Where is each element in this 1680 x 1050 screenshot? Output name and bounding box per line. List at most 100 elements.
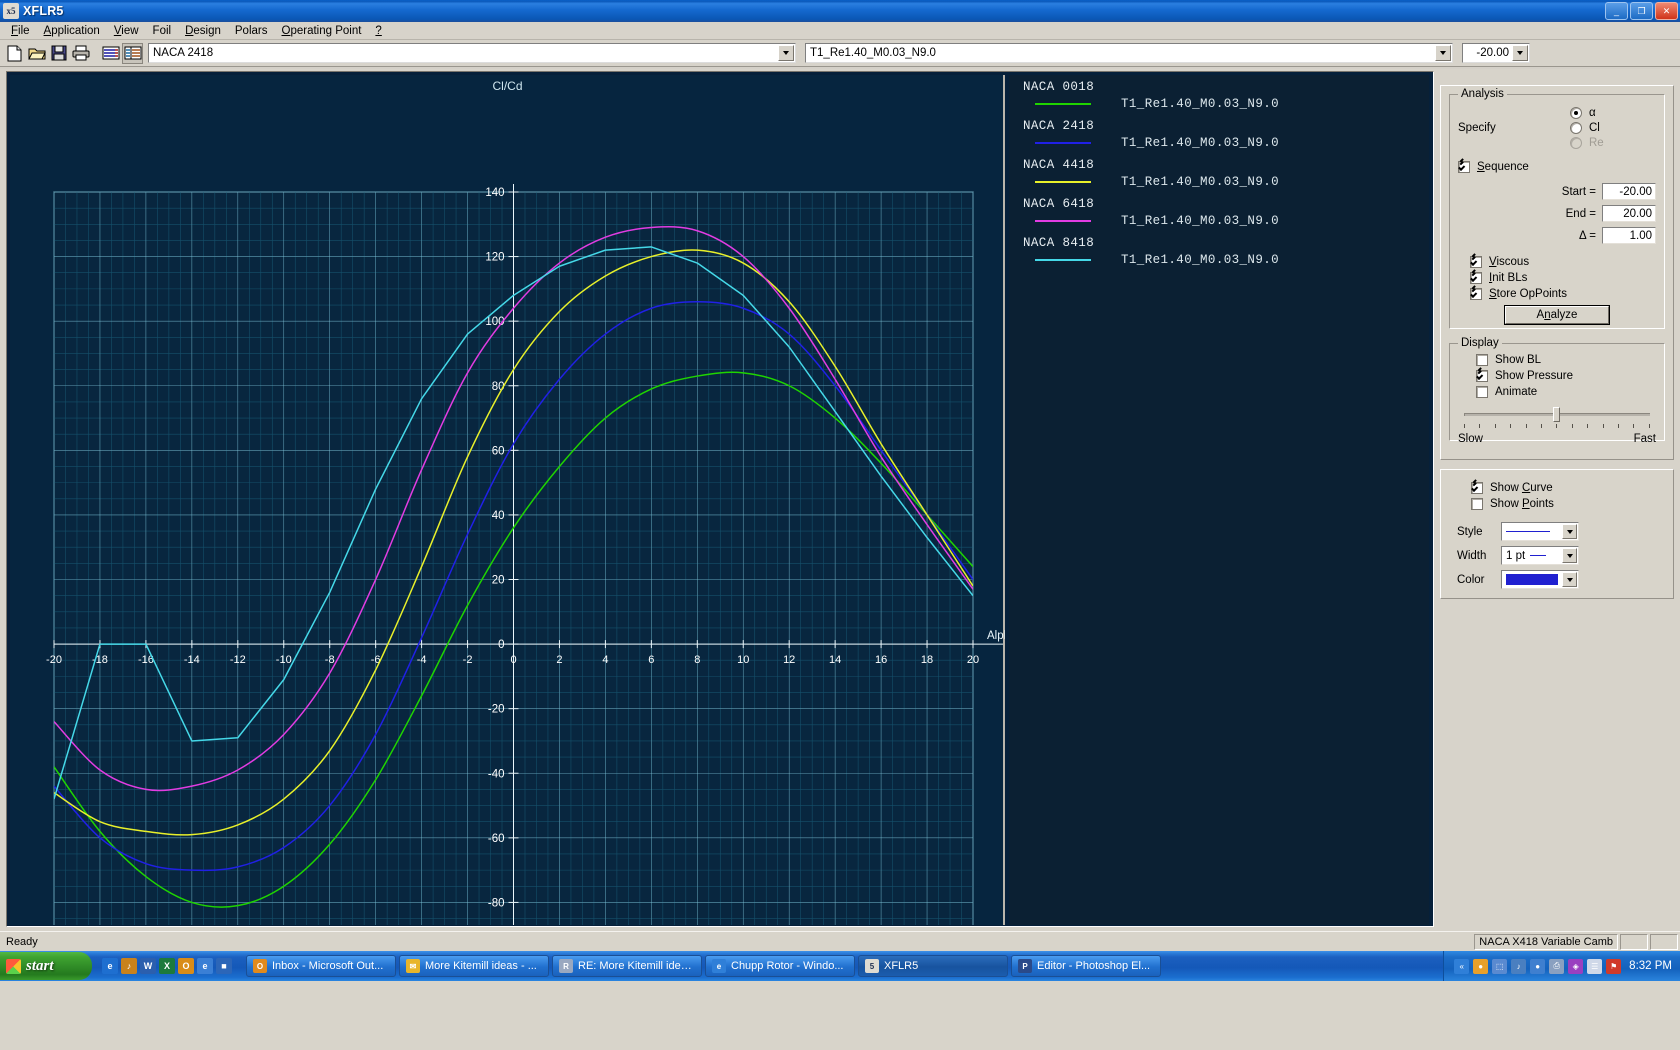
width-select[interactable]: 1 pt [1501,546,1579,565]
radio-cl-icon[interactable] [1570,122,1582,134]
chevron-down-icon[interactable] [1562,524,1577,539]
desktop-quicklaunch-icon[interactable]: ■ [216,958,232,974]
foil-select[interactable]: NACA 2418 [148,43,796,63]
store-oppoints-checkbox-icon[interactable] [1470,288,1482,300]
word-quicklaunch-icon[interactable]: W [140,958,156,974]
legend-entry[interactable]: NACA 4418 T1_Re1.40_M0.03_N9.0 [1023,158,1279,189]
delta-input[interactable]: 1.00 [1602,227,1656,244]
show-points-checkbox-icon[interactable] [1471,498,1483,510]
animate-checkbox-row[interactable]: Animate [1476,386,1656,398]
viscous-checkbox-icon[interactable] [1470,256,1482,268]
start-button[interactable]: start [0,952,92,980]
chevron-down-icon[interactable] [1512,45,1528,61]
store-oppoints-checkbox-row[interactable]: Store OpPoints [1470,288,1656,300]
antivirus-icon[interactable]: ⚑ [1606,958,1622,974]
viscous-label: Viscous [1489,256,1530,268]
ie-quicklaunch-icon[interactable]: e [102,958,118,974]
open-folder-icon[interactable] [26,43,47,64]
animate-checkbox-icon[interactable] [1476,386,1488,398]
browser-quicklaunch-icon[interactable]: e [197,958,213,974]
start-input[interactable]: -20.00 [1602,183,1656,200]
specify-option-cl[interactable]: Cl [1570,122,1604,134]
show-curve-label: Show Curve [1490,482,1553,494]
analyze-button[interactable]: Analyze [1505,306,1609,324]
menu-design[interactable]: Design [178,24,228,38]
cl-cd-plot[interactable]: Cl/Cd -100-80-60-40-20020406080100120140… [10,75,1005,925]
legend-entry[interactable]: NACA 6418 T1_Re1.40_M0.03_N9.0 [1023,197,1279,228]
chevron-down-icon[interactable] [778,45,794,61]
polars-view-icon[interactable] [100,43,121,64]
show-bl-checkbox-row[interactable]: Show BL [1476,354,1656,366]
show-curve-checkbox-row[interactable]: Show Curve [1471,482,1663,494]
menu-application[interactable]: Application [37,24,107,38]
network-icon[interactable]: ⬚ [1492,958,1508,974]
media-quicklaunch-icon[interactable]: ♪ [121,958,137,974]
window-titlebar[interactable]: x5 XFLR5 _ ❐ ✕ [0,0,1680,22]
radio-alpha-icon[interactable] [1570,107,1582,119]
init-bls-checkbox-icon[interactable] [1470,272,1482,284]
viscous-checkbox-row[interactable]: Viscous [1470,256,1656,268]
menu-view[interactable]: View [107,24,146,38]
legend-entry[interactable]: NACA 0018 T1_Re1.40_M0.03_N9.0 [1023,80,1279,111]
new-file-icon[interactable] [4,43,25,64]
sequence-checkbox-icon[interactable] [1458,161,1470,173]
start-button-label: start [26,957,54,974]
specify-option-alpha[interactable]: α [1570,107,1604,119]
sequence-checkbox-row[interactable]: Sequence [1458,161,1656,173]
menu-file[interactable]: FFileile [4,24,37,38]
oppoint-view-icon[interactable] [122,42,143,64]
chevron-down-icon[interactable] [1562,572,1577,587]
polar-select[interactable]: T1_Re1.40_M0.03_N9.0 [805,43,1453,63]
taskbar-button[interactable]: R RE: More Kitemill idea... [552,955,702,977]
show-pressure-checkbox-icon[interactable] [1476,370,1488,382]
slider-slow-label: Slow [1458,433,1483,445]
show-bl-checkbox-icon[interactable] [1476,354,1488,366]
style-select[interactable] [1501,522,1579,541]
slider-thumb[interactable] [1553,407,1561,422]
menu-polars[interactable]: Polars [228,24,275,38]
init-bls-checkbox-row[interactable]: Init BLs [1470,272,1656,284]
system-clock[interactable]: 8:32 PM [1629,960,1672,972]
menu-operating-point[interactable]: Operating Point [275,24,369,38]
menu-help[interactable]: ? [368,24,388,38]
x-tick-label: -8 [325,654,335,666]
outlook-quicklaunch-icon[interactable]: O [178,958,194,974]
plot-svg: -100-80-60-40-20020406080100120140-20-18… [46,184,1005,925]
maximize-button[interactable]: ❐ [1630,2,1653,20]
save-disk-icon[interactable] [48,43,69,64]
legend-entry[interactable]: NACA 8418 T1_Re1.40_M0.03_N9.0 [1023,236,1279,267]
show-points-checkbox-row[interactable]: Show Points [1471,498,1663,510]
usb-icon[interactable]: ◈ [1568,958,1584,974]
minimize-button[interactable]: _ [1605,2,1628,20]
chevron-down-icon[interactable] [1562,548,1577,563]
excel-quicklaunch-icon[interactable]: X [159,958,175,974]
show-pressure-checkbox-row[interactable]: Show Pressure [1476,370,1656,382]
files-icon[interactable]: ☰ [1587,958,1603,974]
show-hidden-icons-icon[interactable]: « [1454,958,1470,974]
search-icon[interactable]: ● [1530,958,1546,974]
show-curve-checkbox-icon[interactable] [1471,482,1483,494]
animation-speed-slider[interactable] [1458,406,1656,428]
taskbar-button[interactable]: 5 XFLR5 [858,955,1008,977]
store-oppoints-label: Store OpPoints [1489,288,1567,300]
legend-polar-name: T1_Re1.40_M0.03_N9.0 [1121,97,1280,111]
y-tick-label: -20 [488,704,505,716]
color-select[interactable] [1501,570,1579,589]
slider-ticks [1464,424,1650,428]
taskbar-button[interactable]: ✉ More Kitemill ideas - ... [399,955,549,977]
width-label: Width [1457,549,1487,562]
close-button[interactable]: ✕ [1655,2,1678,20]
chevron-down-icon[interactable] [1435,45,1451,61]
menu-foil[interactable]: Foil [146,24,179,38]
alpha-select[interactable]: -20.00 [1462,43,1530,63]
graph-pane: Cl/Cd -100-80-60-40-20020406080100120140… [6,71,1434,927]
print-icon[interactable] [70,43,91,64]
legend-entry[interactable]: NACA 2418 T1_Re1.40_M0.03_N9.0 [1023,119,1279,150]
printer-icon[interactable]: ⎙ [1549,958,1565,974]
shield-icon[interactable]: ● [1473,958,1489,974]
volume-icon[interactable]: ♪ [1511,958,1527,974]
end-input[interactable]: 20.00 [1602,205,1656,222]
taskbar-button[interactable]: O Inbox - Microsoft Out... [246,955,396,977]
taskbar-button[interactable]: P Editor - Photoshop El... [1011,955,1161,977]
taskbar-button[interactable]: e Chupp Rotor - Windo... [705,955,855,977]
